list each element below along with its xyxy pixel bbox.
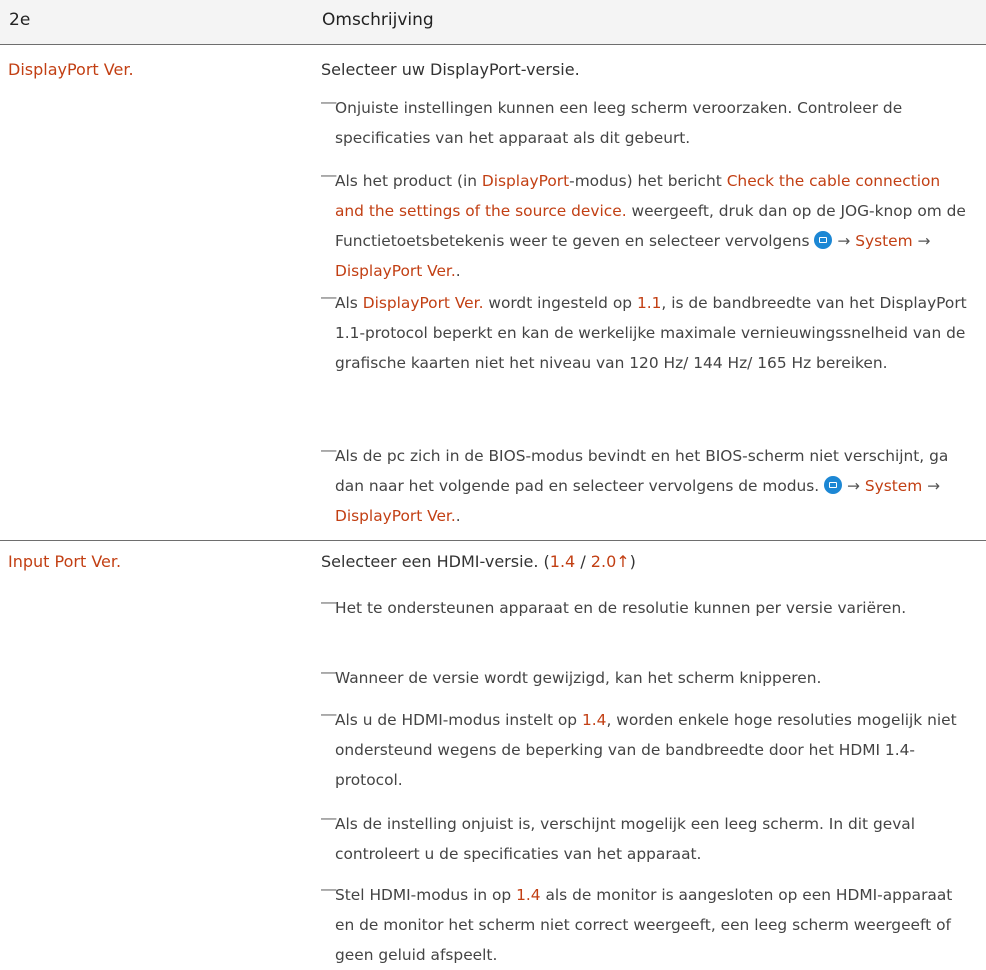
note-item: ― Als DisplayPort Ver. wordt ingesteld o… bbox=[321, 288, 971, 378]
note-item: ― Stel HDMI-modus in op 1.4 als de monit… bbox=[321, 880, 971, 970]
note-dash: ― bbox=[321, 93, 337, 111]
note-item: ― Als het product (in DisplayPort-modus)… bbox=[321, 166, 971, 286]
note-item: ― Onjuiste instellingen kunnen een leeg … bbox=[321, 93, 971, 153]
note-item: ― Als de instelling onjuist is, verschij… bbox=[321, 809, 971, 869]
table-header: 2e Omschrijving bbox=[0, 0, 986, 45]
note-dash: ― bbox=[321, 441, 337, 459]
menu-icon bbox=[814, 231, 833, 249]
menu-icon bbox=[824, 476, 843, 494]
note-item: ― Het te ondersteunen apparaat en de res… bbox=[321, 593, 971, 623]
row-description-displayport: Selecteer uw DisplayPort-versie. bbox=[321, 60, 580, 79]
note-dash: ― bbox=[321, 593, 337, 611]
note-dash: ― bbox=[321, 288, 337, 306]
row-divider bbox=[0, 540, 986, 541]
note-item: ― Als de pc zich in de BIOS-modus bevind… bbox=[321, 441, 971, 531]
note-dash: ― bbox=[321, 705, 337, 723]
note-item: ― Als u de HDMI-modus instelt op 1.4, wo… bbox=[321, 705, 971, 795]
row-label-displayport: DisplayPort Ver. bbox=[8, 60, 134, 79]
note-item: ― Wanneer de versie wordt gewijzigd, kan… bbox=[321, 663, 971, 693]
row-description-input-port: Selecteer een HDMI-versie. (1.4 / 2.0↑) bbox=[321, 552, 636, 571]
note-dash: ― bbox=[321, 663, 337, 681]
note-dash: ― bbox=[321, 880, 337, 898]
row-label-input-port: Input Port Ver. bbox=[8, 552, 122, 571]
note-dash: ― bbox=[321, 166, 337, 184]
note-dash: ― bbox=[321, 809, 337, 827]
header-col-2: Omschrijving bbox=[322, 10, 434, 30]
header-col-1: 2e bbox=[9, 10, 31, 30]
